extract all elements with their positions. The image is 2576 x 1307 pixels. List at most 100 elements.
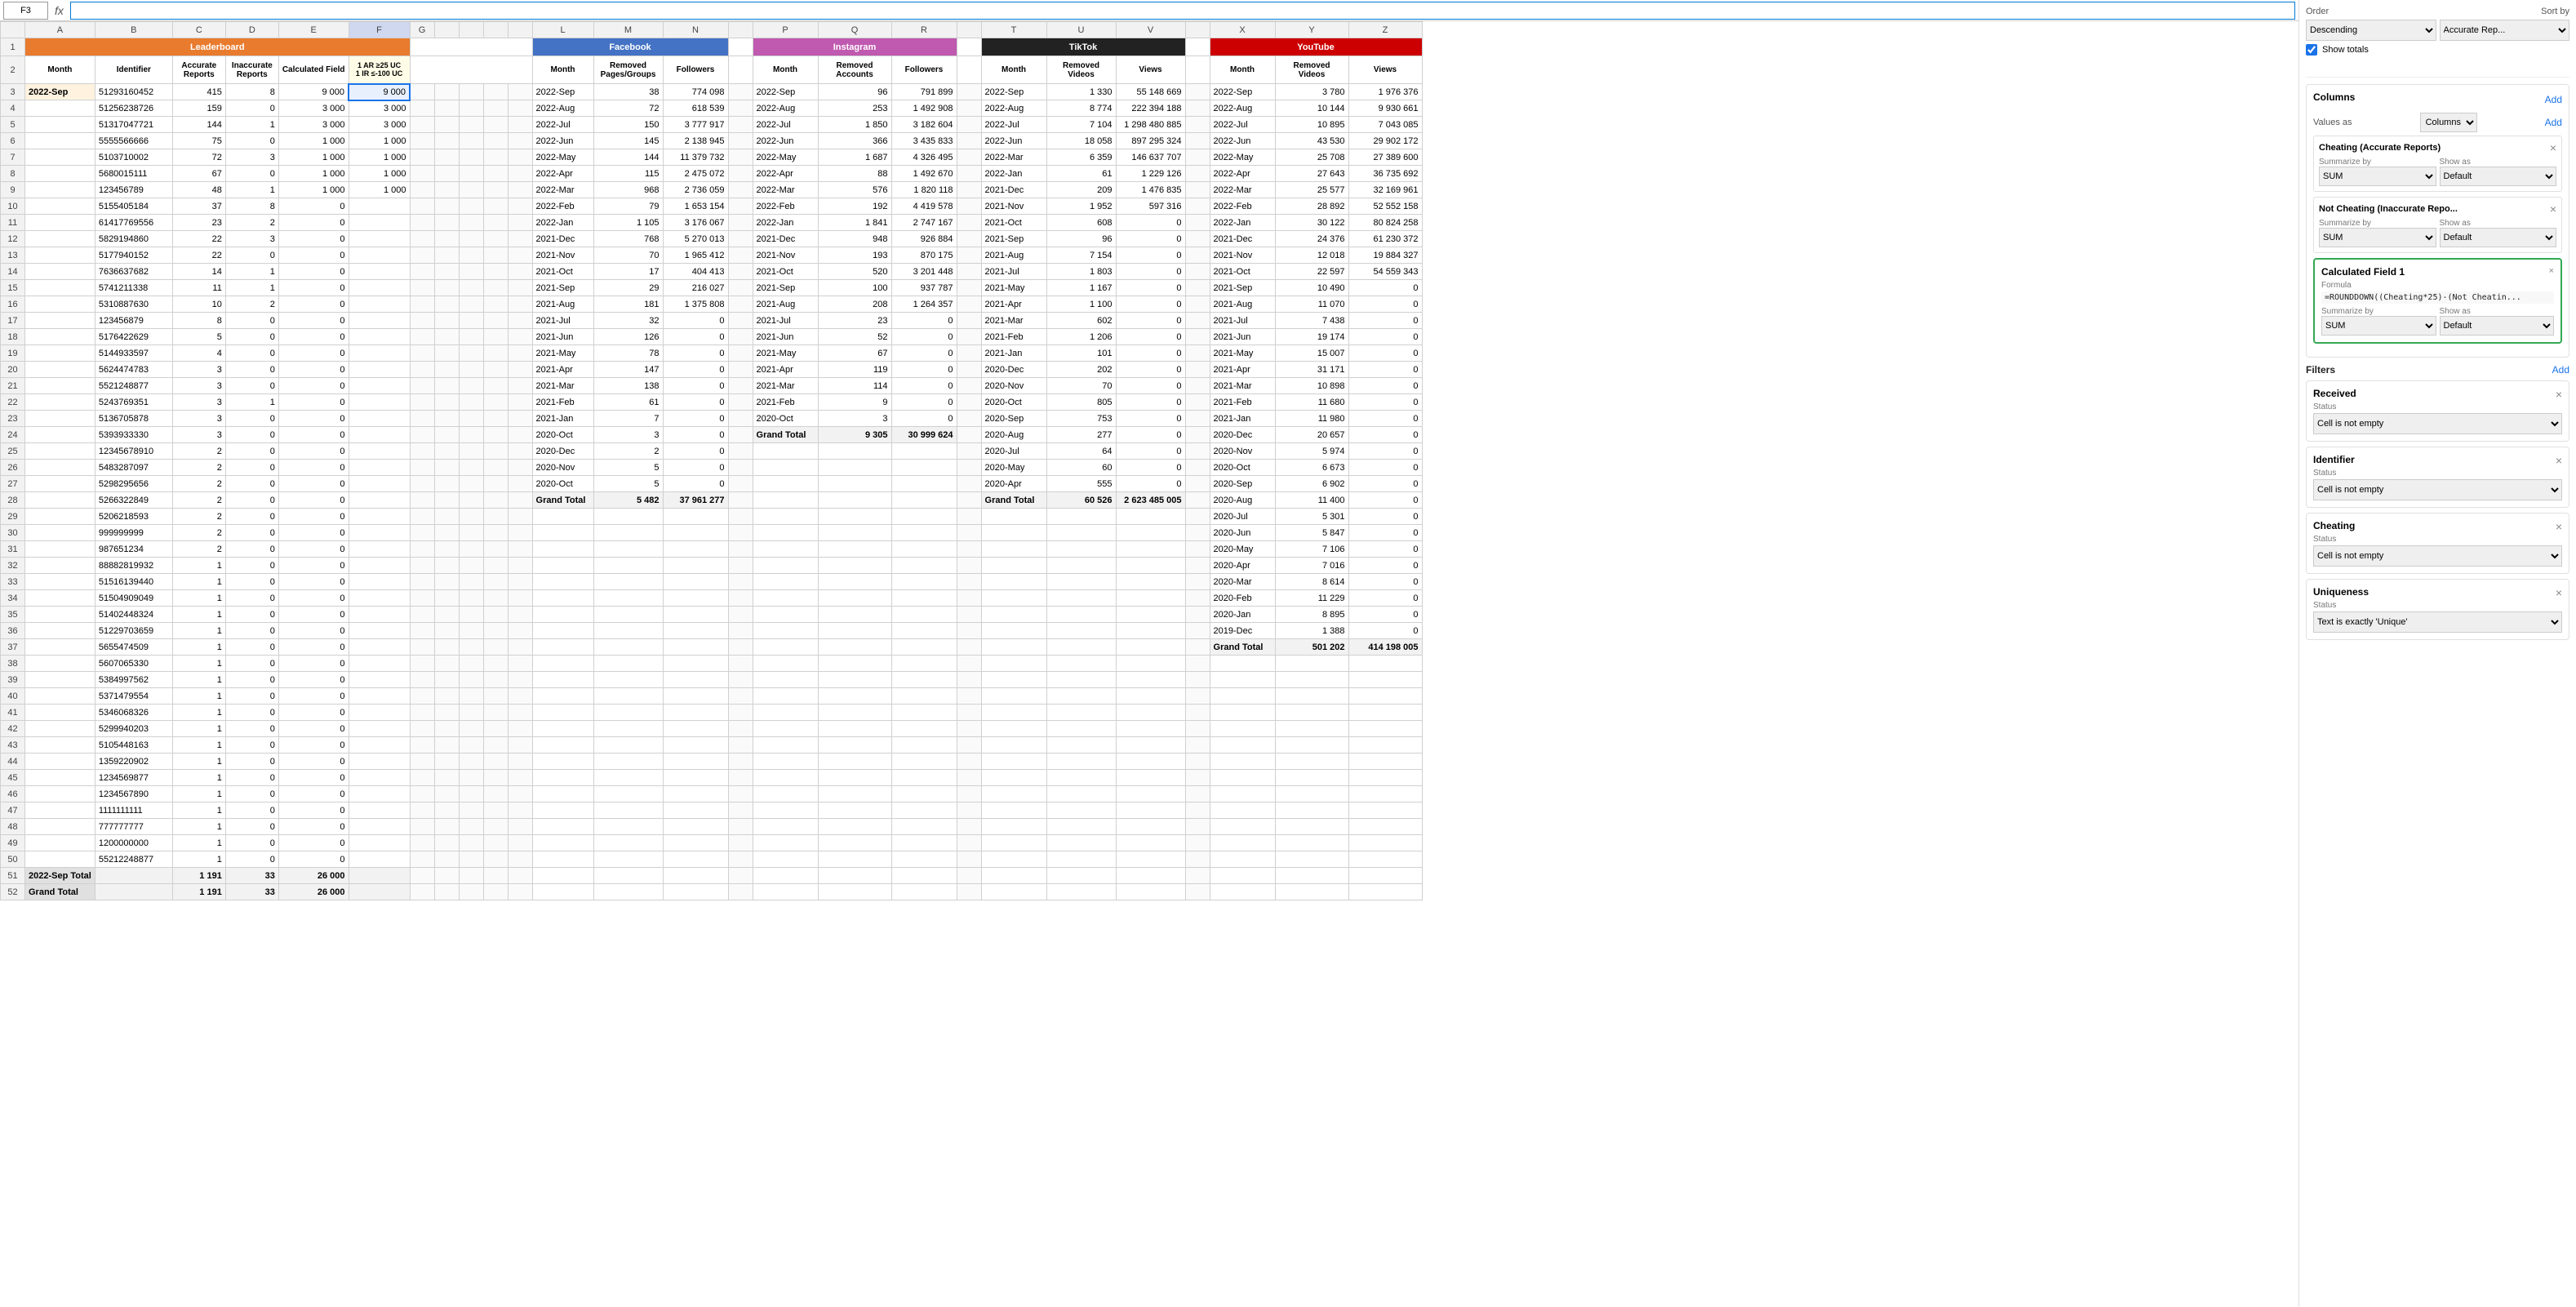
col-header-u[interactable]: U [1046, 22, 1116, 38]
yt-empty-47-0 [1210, 851, 1275, 868]
show-totals-checkbox[interactable] [2306, 44, 2317, 56]
col-header-a[interactable]: A [25, 22, 95, 38]
col-header-g[interactable]: G [410, 22, 434, 38]
lb-cell-46-4: 0 [278, 835, 349, 851]
gap-w-26 [1185, 509, 1210, 525]
cheating-show-as-select[interactable]: Default [2440, 167, 2557, 186]
filter-cheating-close-btn[interactable]: × [2556, 520, 2562, 533]
col-header-e[interactable]: E [278, 22, 349, 38]
calc-field-close-btn[interactable]: × [2549, 266, 2554, 276]
gap-s-36 [957, 672, 981, 688]
columns-add-btn[interactable]: Add [2545, 94, 2562, 105]
filter-cheating-status-select[interactable]: Cell is not empty [2313, 545, 2562, 567]
lb-cell-22-3: 0 [225, 443, 278, 460]
not-cheating-show-as-select[interactable]: Default [2440, 228, 2557, 247]
col-header-p[interactable]: P [753, 22, 818, 38]
col-header-j[interactable] [483, 22, 508, 38]
col-header-w[interactable] [1185, 22, 1210, 38]
tt-cell-8-1: 608 [1046, 215, 1116, 231]
table-row: 375655474509100Grand Total501 202414 198… [1, 639, 1423, 656]
col-header-m[interactable]: M [593, 22, 663, 38]
subheader-tt-removed: RemovedVideos [1046, 56, 1116, 84]
col-header-b[interactable]: B [95, 22, 172, 38]
gap-16-0 [410, 345, 434, 362]
col-header-c[interactable]: C [172, 22, 225, 38]
filters-add-btn[interactable]: Add [2552, 364, 2569, 376]
filter-identifier-status-select[interactable]: Cell is not empty [2313, 479, 2562, 500]
col-header-r[interactable]: R [891, 22, 957, 38]
filter-identifier-close-btn[interactable]: × [2556, 454, 2562, 467]
gap-w-38 [1185, 705, 1210, 721]
tt-cell-10-1: 7 154 [1046, 247, 1116, 264]
col-header-f[interactable]: F [349, 22, 410, 38]
col-header-i[interactable] [459, 22, 483, 38]
lb-cell-24-4: 0 [278, 476, 349, 492]
table-row: 25123456789102002020-Dec202020-Jul640202… [1, 443, 1423, 460]
ig-cell-10-1: 193 [818, 247, 891, 264]
yt-cell-4-0: 2022-May [1210, 149, 1275, 166]
sort-order-select[interactable]: Descending Ascending [2306, 20, 2436, 41]
yt-empty-45-2 [1348, 819, 1422, 835]
lb-cell-35-0 [25, 656, 95, 672]
cell-name-box[interactable]: F3 [3, 2, 48, 20]
fb-empty-34-0 [532, 639, 593, 656]
fb-empty-42-0 [532, 770, 593, 786]
col-header-v[interactable]: V [1116, 22, 1185, 38]
fb-empty-48-0 [532, 868, 593, 884]
values-add-btn[interactable]: Add [2545, 117, 2562, 128]
lb-cell-10-5 [349, 247, 410, 264]
gap-26-2 [459, 509, 483, 525]
col-header-h[interactable] [434, 22, 459, 38]
gap-16-1 [434, 345, 459, 362]
col-header-k[interactable] [508, 22, 532, 38]
filter-uniqueness-close-btn[interactable]: × [2556, 586, 2562, 599]
yt-cell-13-2: 0 [1348, 296, 1422, 313]
table-row: 12582919486022302021-Dec7685 270 0132021… [1, 231, 1423, 247]
table-row: 435105448163100 [1, 737, 1423, 754]
cheating-summarize-select[interactable]: SUM [2319, 167, 2436, 186]
lb-cell-13-3: 2 [225, 296, 278, 313]
fb-empty-43-0 [532, 786, 593, 802]
col-header-y[interactable]: Y [1275, 22, 1348, 38]
col-header-q[interactable]: Q [818, 22, 891, 38]
fb-cell-8-2: 3 176 067 [663, 215, 728, 231]
tt-cell-14-2: 0 [1116, 313, 1185, 329]
lb-cell-36-3: 0 [225, 672, 278, 688]
gap-45-0 [410, 819, 434, 835]
col-header-t[interactable]: T [981, 22, 1046, 38]
lb-cell-30-5 [349, 574, 410, 590]
fb-cell-5-0: 2022-Apr [532, 166, 593, 182]
cheating-show-as-label: Show as [2440, 158, 2557, 167]
filter-received-close-btn[interactable]: × [2556, 388, 2562, 401]
fb-cell-20-2: 0 [663, 411, 728, 427]
cheating-close-btn[interactable]: × [2550, 141, 2556, 154]
yt-cell-12-2: 0 [1348, 280, 1422, 296]
row-29-header: 29 [1, 509, 25, 525]
col-header-l[interactable]: L [532, 22, 593, 38]
col-header-o[interactable] [728, 22, 753, 38]
not-cheating-close-btn[interactable]: × [2550, 202, 2556, 216]
formula-input[interactable]: =ARRAYFORMULA(IF(D1:B <> "", ROUNDDOWN((… [70, 2, 2295, 20]
not-cheating-summarize-select[interactable]: SUM [2319, 228, 2436, 247]
gap-10-3 [483, 247, 508, 264]
col-header-s[interactable] [957, 22, 981, 38]
col-header-z[interactable]: Z [1348, 22, 1422, 38]
ig-cell-12-1: 100 [818, 280, 891, 296]
sort-field-select[interactable]: Accurate Rep... [2440, 20, 2570, 41]
fb-empty-46-2 [663, 835, 728, 851]
tt-empty-34-2 [1116, 639, 1185, 656]
calc-show-as-select[interactable]: Default [2440, 316, 2555, 336]
col-header-n[interactable]: N [663, 22, 728, 38]
gap-o-2 [728, 117, 753, 133]
col-header-d[interactable]: D [225, 22, 278, 38]
col-header-x[interactable]: X [1210, 22, 1275, 38]
fb-cell-25-0: Grand Total [532, 492, 593, 509]
fb-empty-32-1 [593, 607, 663, 623]
values-as-select[interactable]: Columns Rows [2420, 113, 2477, 132]
calc-summarize-select[interactable]: SUM [2321, 316, 2436, 336]
tt-cell-14-0: 2021-Mar [981, 313, 1046, 329]
filter-uniqueness-status-select[interactable]: Text is exactly 'Unique' [2313, 611, 2562, 633]
filter-received-status-select[interactable]: Cell is not empty [2313, 413, 2562, 434]
gap-w-16 [1185, 345, 1210, 362]
lb-cell-6-3: 1 [225, 182, 278, 198]
